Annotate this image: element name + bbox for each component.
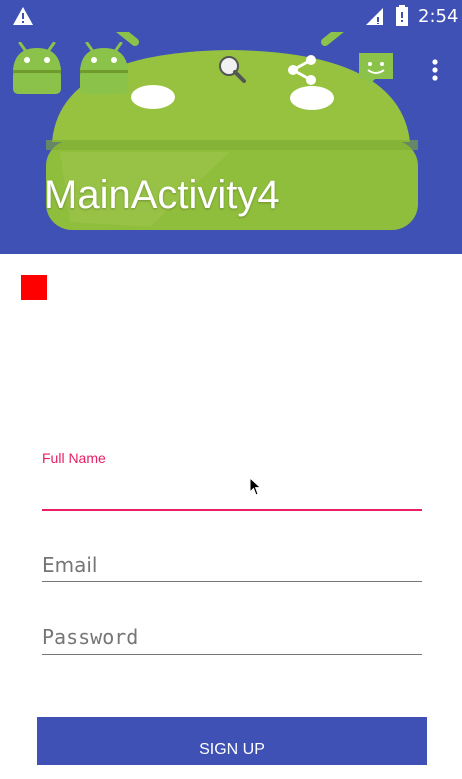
battery-icon [396, 5, 408, 26]
password-field[interactable] [42, 620, 422, 655]
share-icon [288, 55, 316, 85]
status-time: 2:54 [418, 6, 459, 27]
search-icon [219, 56, 246, 83]
warning-icon [13, 7, 33, 25]
android-icon [80, 42, 128, 94]
status-bar: 2:54 [0, 0, 462, 32]
chat-button[interactable] [346, 46, 406, 94]
android-icon [13, 42, 61, 94]
sign-up-button[interactable]: SIGN UP [37, 717, 427, 765]
share-button[interactable] [272, 46, 332, 94]
mouse-cursor-icon [249, 477, 262, 496]
signal-icon [366, 8, 383, 25]
email-field[interactable] [42, 549, 422, 582]
page-title: MainActivity4 [44, 173, 280, 217]
red-square [21, 275, 47, 300]
overflow-menu-icon [432, 59, 438, 81]
app-bar: MainActivity4 [0, 32, 462, 254]
chat-icon [359, 53, 393, 87]
overflow-menu-button[interactable] [420, 46, 450, 94]
search-button[interactable] [202, 46, 262, 94]
full-name-label: Full Name [42, 450, 106, 466]
full-name-field[interactable] [42, 473, 422, 511]
